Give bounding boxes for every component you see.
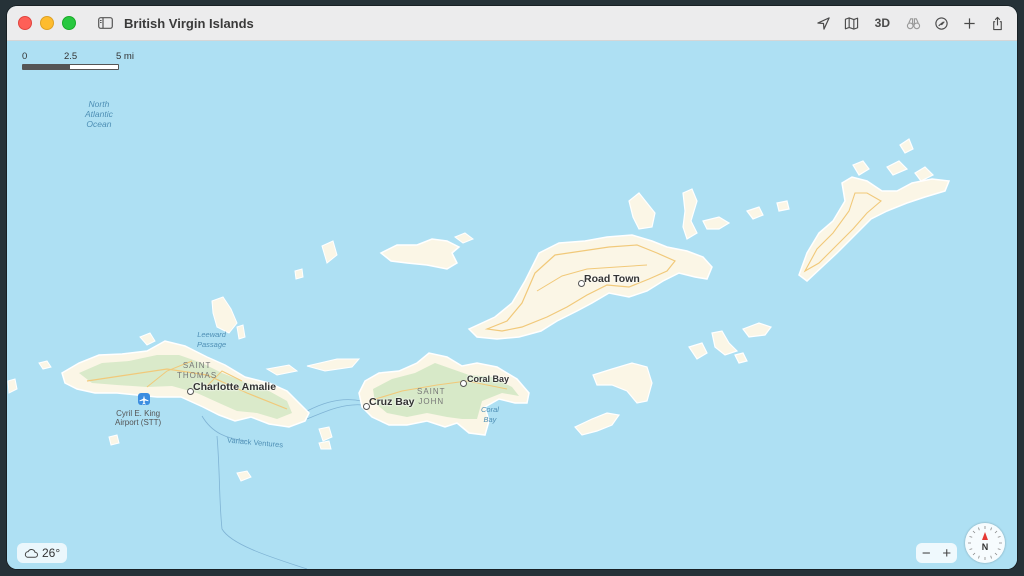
scale-tick-1: 2.5 [64,51,78,62]
ocean-label-line: Atlantic [85,109,113,119]
weather-widget[interactable]: 26° [17,543,68,563]
toolbar: 3D [810,6,1011,40]
coral-bay-town-label[interactable]: Coral Bay [467,374,509,384]
window-title: British Virgin Islands [124,15,254,31]
saint-john-line: SAINT [417,387,446,396]
maximize-window-button[interactable] [62,16,76,30]
scale-tick-2: 5 mi [116,51,134,62]
scale-tick-0: 0 [22,51,28,62]
map-mode-icon[interactable] [843,14,861,32]
leeward-passage-line: Leeward [197,330,226,339]
coral-bay-water-line: Bay [483,415,497,424]
compass-north-label: N [981,542,989,552]
title-bar: British Virgin Islands 3D [7,6,1017,41]
cruz-bay-label[interactable]: Cruz Bay [369,396,415,408]
airport-label[interactable]: Cyril E. King Airport (STT) [115,409,161,427]
ocean-label: North Atlantic Ocean [85,99,113,129]
saint-john-label: SAINT JOHN [417,387,446,407]
temperature-text: 26° [42,546,61,560]
share-icon[interactable] [988,14,1006,32]
tracking-icon[interactable] [932,14,950,32]
look-around-binoculars-icon[interactable] [904,14,922,32]
window-controls [18,16,76,30]
ocean-label-line: North [88,99,110,109]
ocean-label-line: Ocean [86,119,112,129]
sidebar-toggle-icon[interactable] [96,14,114,32]
zoom-in-button[interactable]: + [942,545,951,562]
airport-label-line: Cyril E. King [116,409,161,418]
saint-thomas-line: THOMAS [177,371,218,380]
saint-thomas-line: SAINT [182,361,212,370]
leeward-passage-line: Passage [197,340,227,349]
scale-bar: 0 2.5 5 mi [22,51,162,70]
compass-button[interactable]: N [965,523,1005,563]
zoom-out-button[interactable]: − [922,545,931,562]
scale-bar-graphic [22,64,119,70]
minimize-window-button[interactable] [40,16,54,30]
3d-button[interactable]: 3D [875,14,890,32]
add-icon[interactable] [960,14,978,32]
close-window-button[interactable] [18,16,32,30]
zoom-controls: − + [916,543,957,563]
saint-john-line: JOHN [418,397,445,406]
location-arrow-icon[interactable] [815,14,833,32]
airport-icon[interactable] [138,393,150,405]
coral-bay-water-line: Coral [481,405,499,414]
airport-label-line: Airport (STT) [115,418,162,427]
road-town-label[interactable]: Road Town [584,273,640,285]
basemap [7,41,1017,569]
coral-bay-marker[interactable] [460,380,467,387]
map-canvas[interactable]: 0 2.5 5 mi North Atlantic Ocean Leeward … [7,41,1017,569]
charlotte-amalie-label[interactable]: Charlotte Amalie [193,381,276,393]
maps-window: British Virgin Islands 3D 0 2.5 5 mi Nor… [7,6,1017,569]
cloud-icon [24,548,38,558]
saint-thomas-label: SAINT THOMAS [177,361,217,381]
leeward-passage-label: Leeward Passage [197,330,226,350]
coral-bay-water-label: Coral Bay [481,405,499,425]
